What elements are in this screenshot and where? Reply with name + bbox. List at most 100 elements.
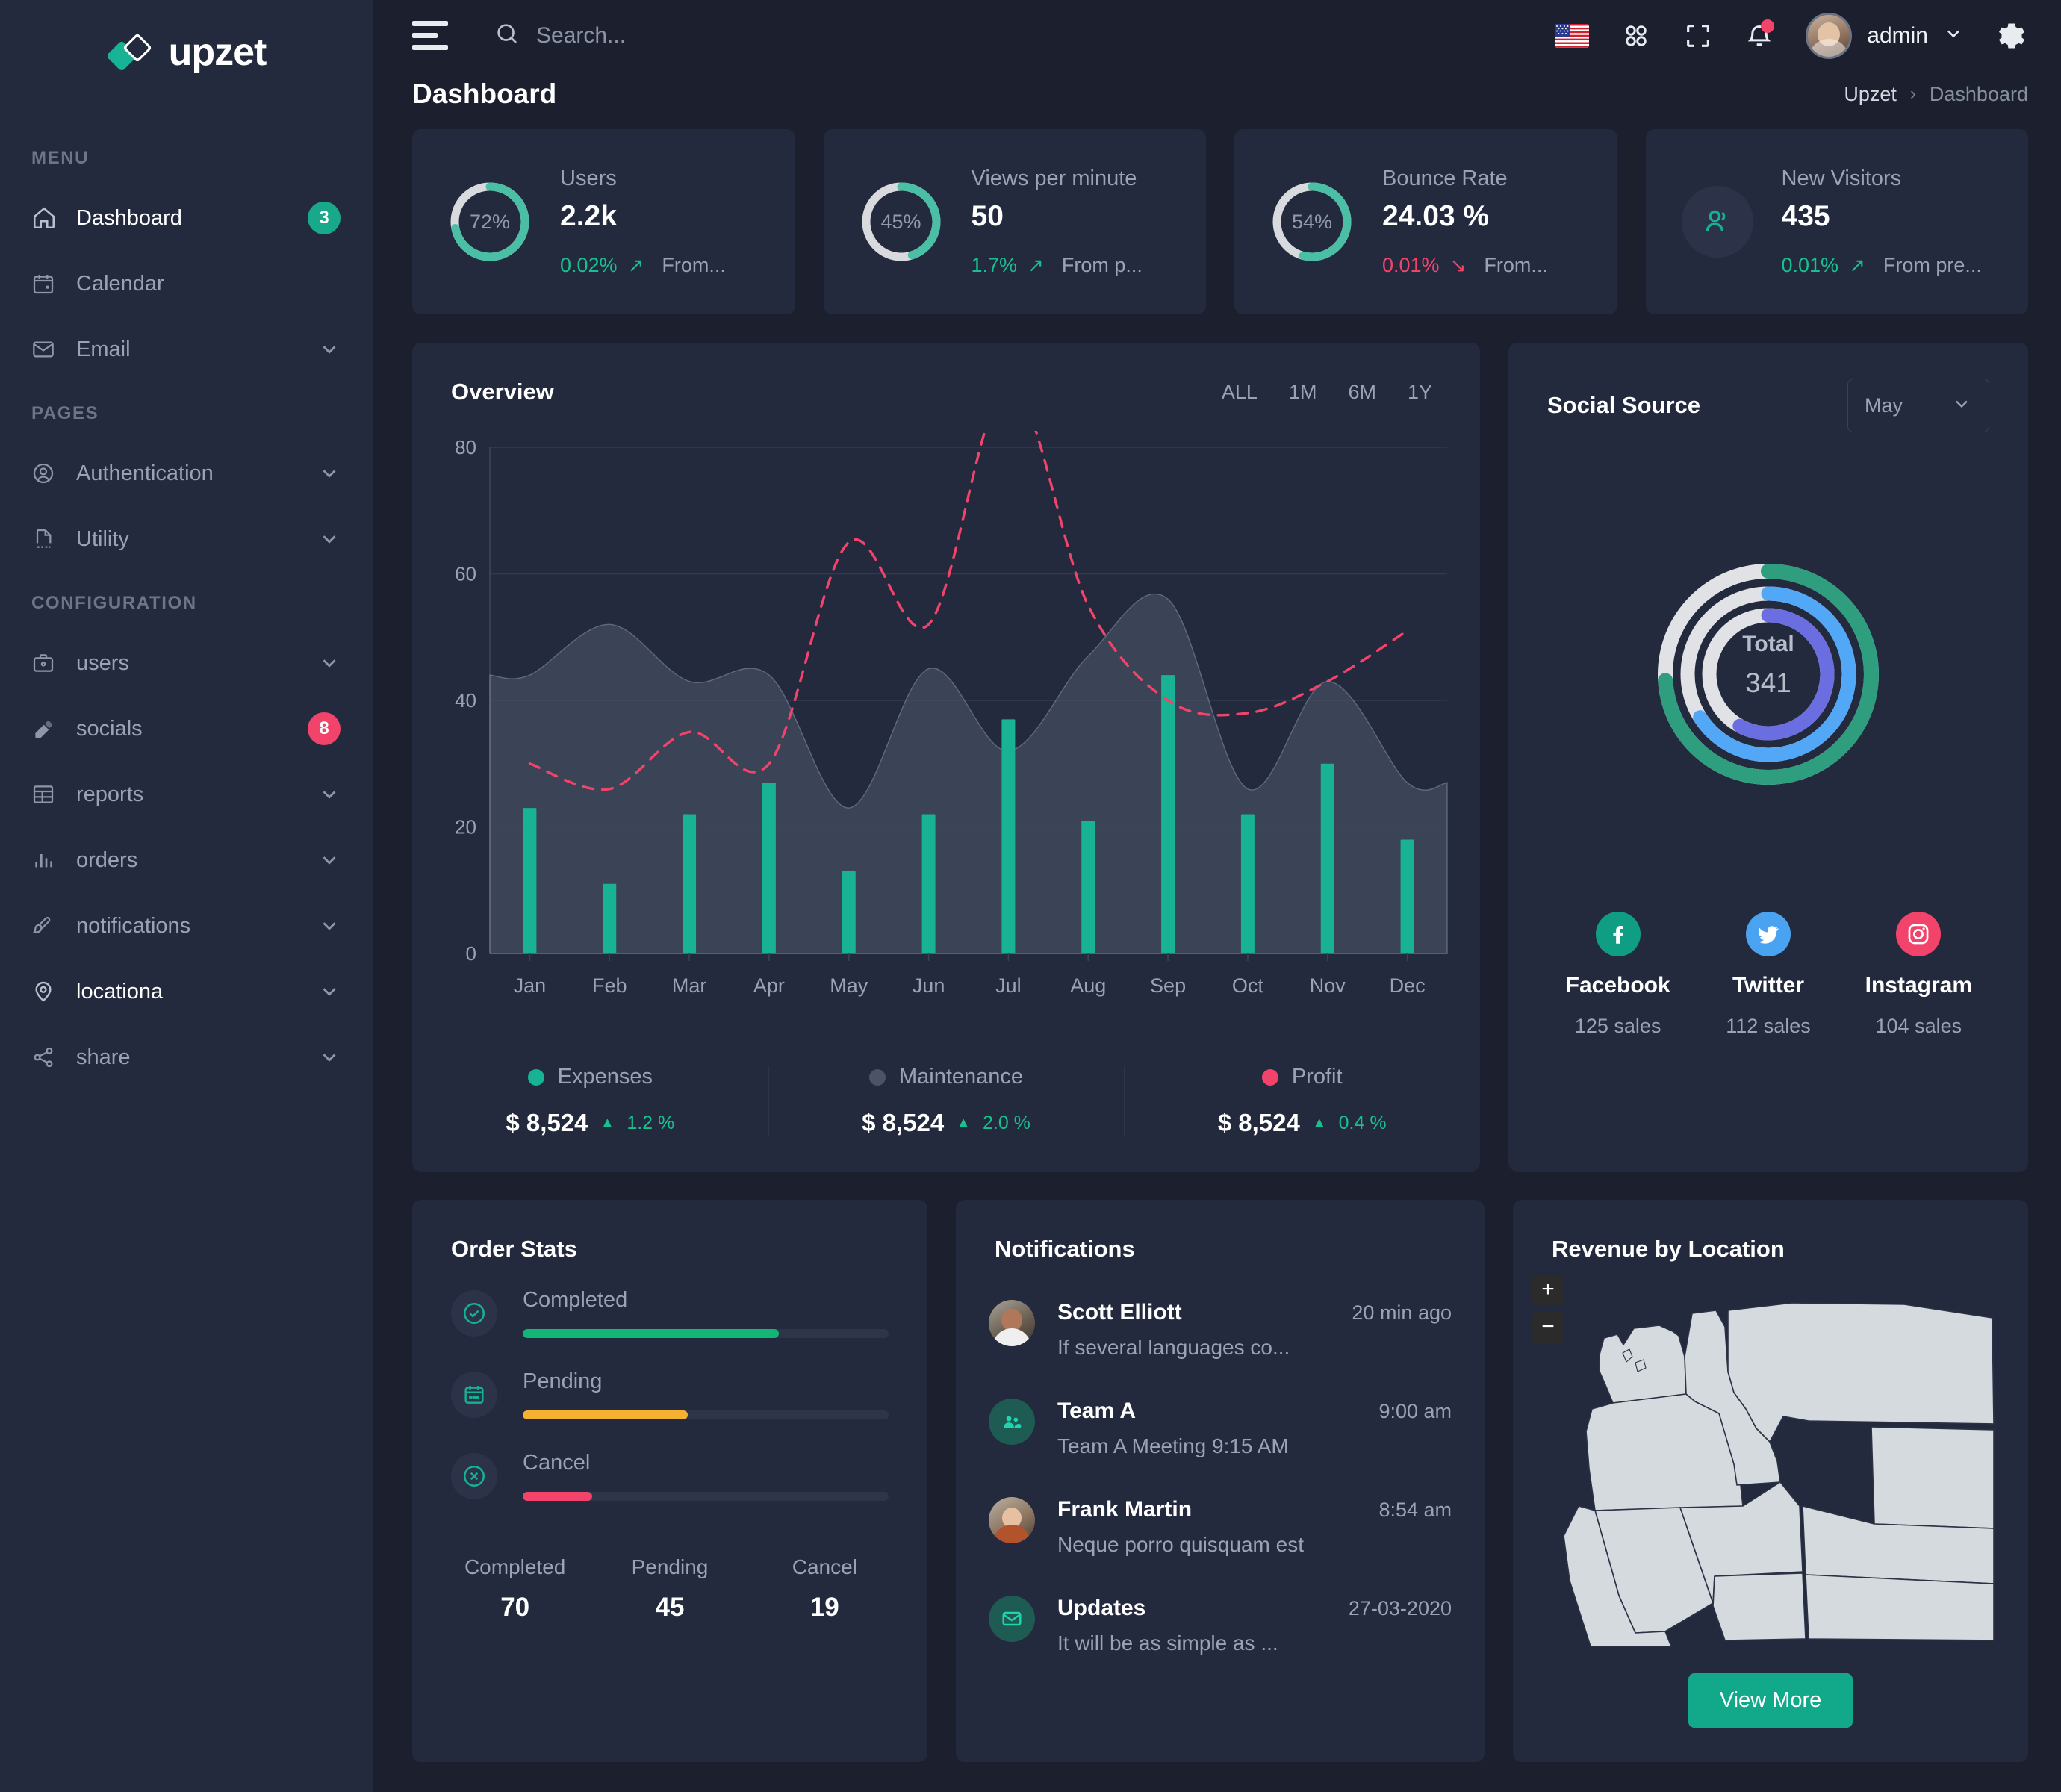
order-stat-pending: Pending — [451, 1369, 889, 1419]
sidebar-item-dashboard[interactable]: Dashboard 3 — [0, 185, 373, 251]
sidebar-item-label: Utility — [76, 526, 129, 551]
chevron-down-icon — [318, 915, 341, 937]
sidebar-item-label: users — [76, 650, 129, 675]
svg-text:Apr: Apr — [753, 974, 785, 997]
page-content: 72% Users 2.2k 0.02% ↗ From... 45% Views… — [373, 129, 2061, 1792]
fullscreen-icon[interactable] — [1683, 21, 1713, 51]
apps-grid-icon[interactable] — [1620, 20, 1652, 52]
range-tab-1y[interactable]: 1Y — [1408, 381, 1432, 404]
overview-legend: Expenses $ 8,524 ▲ 1.2 % Maintenance $ 8… — [412, 1039, 1480, 1172]
sidebar-item-utility[interactable]: Utility — [0, 506, 373, 572]
sidebar-badge-dashboard: 3 — [308, 202, 341, 234]
sidebar-section-configuration: CONFIGURATION — [31, 593, 197, 613]
breadcrumb-root[interactable]: Upzet — [1844, 83, 1897, 106]
month-select-value: May — [1865, 393, 1903, 417]
brand-logo[interactable]: upzet — [0, 0, 373, 105]
svg-text:80: 80 — [455, 436, 476, 458]
social-platform-twitter[interactable]: Twitter 112 sales — [1693, 912, 1843, 1038]
list-item[interactable]: Frank Martin 8:54 am Neque porro quisqua… — [989, 1478, 1452, 1576]
sidebar-item-email[interactable]: Email — [0, 317, 373, 382]
notification-time: 9:00 am — [1378, 1400, 1452, 1422]
sidebar-item-locationa[interactable]: locationa — [0, 959, 373, 1024]
user-menu[interactable]: admin — [1806, 12, 1964, 59]
brush-icon — [31, 914, 64, 938]
users-icon — [1681, 186, 1753, 258]
search-icon — [494, 21, 520, 50]
sidebar-item-reports[interactable]: reports — [0, 762, 373, 827]
us-flag-icon[interactable] — [1555, 23, 1590, 48]
middle-row: Overview ALL 1M 6M 1Y 0 20 40 60 80 Jan Feb Mar… — [412, 343, 2028, 1172]
svg-text:Nov: Nov — [1310, 974, 1346, 997]
notification-time: 8:54 am — [1378, 1499, 1452, 1521]
social-platform-facebook[interactable]: Facebook 125 sales — [1543, 912, 1693, 1038]
order-footer-value: 70 — [500, 1593, 530, 1622]
legend-dot-expenses — [527, 1068, 544, 1086]
sidebar-item-authentication[interactable]: Authentication — [0, 441, 373, 506]
search-input[interactable] — [536, 22, 954, 49]
sidebar: upzet MENU Dashboard 3 Calendar Email PA… — [0, 0, 373, 1792]
avatar — [989, 1497, 1035, 1543]
notifications-bell-icon[interactable] — [1744, 19, 1775, 51]
menu-toggle-button[interactable] — [412, 21, 448, 50]
chevron-down-icon — [318, 980, 341, 1003]
map-zoom-in-button[interactable]: + — [1532, 1275, 1564, 1306]
page-header: Dashboard Upzet › Dashboard — [373, 71, 2061, 129]
social-platform-name: Facebook — [1565, 973, 1670, 998]
legend-amount: $ 8,524 — [1217, 1109, 1300, 1136]
legend-pct: 2.0 % — [982, 1112, 1030, 1133]
order-stats-panel: Order Stats Completed Pending Cancel Com… — [412, 1200, 927, 1762]
stat-value: 2.2k — [560, 200, 617, 232]
social-platform-sales: 112 sales — [1726, 1015, 1811, 1037]
order-progress-fill — [523, 1492, 593, 1501]
arrow-up-icon: ↗ — [1849, 254, 1865, 276]
month-select[interactable]: May — [1847, 379, 1989, 432]
sidebar-item-share[interactable]: share — [0, 1024, 373, 1090]
sidebar-item-calendar[interactable]: Calendar — [0, 251, 373, 317]
list-item[interactable]: Scott Elliott 20 min ago If several lang… — [989, 1281, 1452, 1379]
social-total-value: 341 — [1745, 668, 1791, 698]
range-tab-all[interactable]: ALL — [1222, 381, 1258, 404]
triangle-up-icon: ▲ — [956, 1114, 971, 1131]
order-progress-track — [523, 1492, 889, 1501]
mail-icon — [989, 1596, 1035, 1642]
stat-card-users: 72% Users 2.2k 0.02% ↗ From... — [412, 129, 795, 314]
list-item[interactable]: Team A 9:00 am Team A Meeting 9:15 AM — [989, 1379, 1452, 1478]
calendar-icon — [451, 1371, 497, 1418]
stat-from-label: From... — [1484, 254, 1548, 276]
stat-card-views-per-minute: 45% Views per minute 50 1.7% ↗ From p... — [823, 129, 1206, 314]
search-box[interactable] — [494, 21, 1529, 50]
instagram-icon — [1896, 912, 1942, 956]
bar-chart-icon — [31, 848, 64, 872]
settings-gear-icon[interactable] — [1995, 19, 2028, 52]
sidebar-item-notifications[interactable]: notifications — [0, 893, 373, 959]
social-total-label: Total — [1742, 632, 1794, 656]
order-stat-label: Pending — [523, 1369, 603, 1393]
social-platform-instagram[interactable]: Instagram 104 sales — [1844, 912, 1994, 1038]
sidebar-item-label: socials — [76, 716, 143, 741]
stat-from-label: From pre... — [1883, 254, 1982, 276]
arrow-up-icon: ↗ — [1028, 254, 1044, 276]
sidebar-item-users[interactable]: users — [0, 630, 373, 696]
social-source-panel: Social Source May Total 341 Facebook 125… — [1508, 343, 2028, 1172]
us-west-map[interactable] — [1546, 1282, 1995, 1648]
social-platforms-row: Facebook 125 sales Twitter 112 sales Ins… — [1508, 891, 2028, 1080]
range-tab-6m[interactable]: 6M — [1348, 381, 1376, 404]
order-footer-value: 19 — [809, 1593, 839, 1622]
map-container: + − — [1513, 1263, 2028, 1648]
sidebar-item-socials[interactable]: socials 8 — [0, 696, 373, 762]
chevron-down-icon — [318, 528, 341, 550]
order-progress-track — [523, 1329, 889, 1338]
view-more-button[interactable]: View More — [1688, 1673, 1853, 1728]
list-item[interactable]: Updates 27-03-2020 It will be as simple … — [989, 1576, 1452, 1675]
chevron-right-icon: › — [1909, 84, 1916, 104]
table-icon — [31, 783, 64, 806]
order-footer-label: Completed — [464, 1555, 566, 1578]
legend-dot-maintenance — [868, 1068, 886, 1086]
range-tab-1m[interactable]: 1M — [1289, 381, 1317, 404]
order-footer-completed: Completed 70 — [438, 1555, 592, 1623]
sidebar-item-orders[interactable]: orders — [0, 827, 373, 893]
stat-value: 50 — [971, 200, 1004, 232]
order-stat-label: Completed — [523, 1288, 628, 1312]
range-tabs: ALL 1M 6M 1Y — [1222, 381, 1441, 404]
map-zoom-out-button[interactable]: − — [1532, 1312, 1564, 1343]
